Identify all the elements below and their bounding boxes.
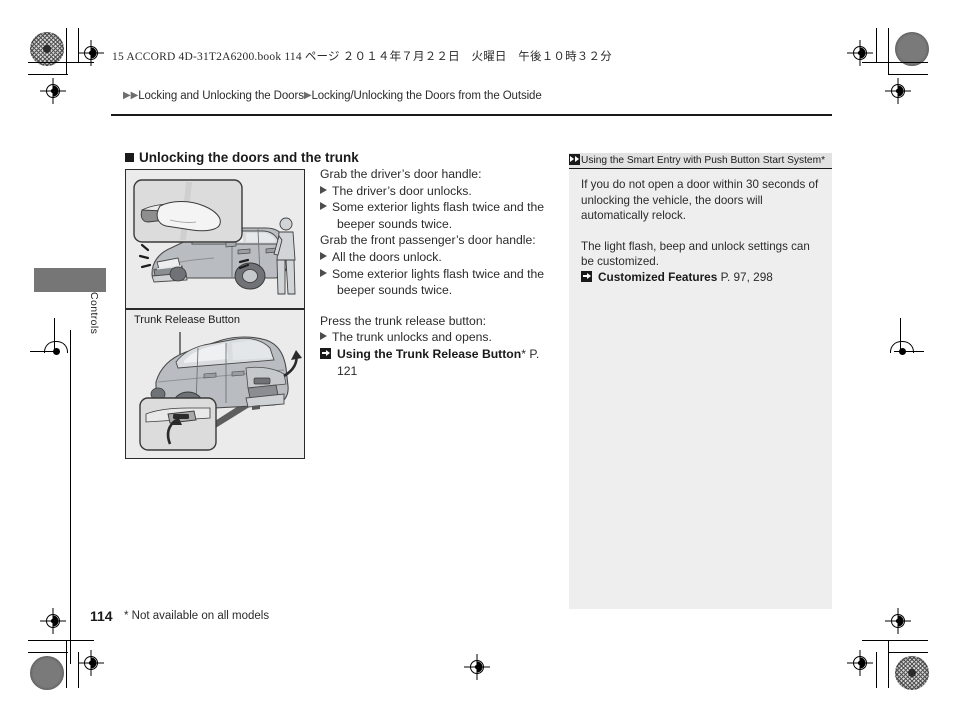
instruction-item: The trunk unlocks and opens.: [320, 329, 560, 346]
section-heading-text: Unlocking the doors and the trunk: [139, 150, 359, 165]
figure-trunk-release: Trunk Release Button: [125, 309, 305, 459]
side-note-paragraph: If you do not open a door within 30 seco…: [581, 178, 819, 222]
figure-unlocking-doors: [125, 169, 305, 309]
triangle-bullet-icon: [320, 332, 327, 341]
instruction-item: Some exterior lights flash twice and the…: [320, 199, 560, 232]
illustration-trunk-release-button: [126, 310, 304, 458]
cross-reference-title: Using the Trunk Release Button: [337, 346, 522, 361]
instruction-item: All the doors unlock.: [320, 249, 560, 266]
page-reference-icon: [581, 270, 592, 282]
cross-reference-title: Customized Features: [598, 269, 718, 284]
instruction-lead: Grab the front passenger’s door handle:: [320, 233, 536, 248]
breadcrumb-level-2[interactable]: Locking/Unlocking the Doors from the Out…: [311, 90, 541, 102]
triangle-bullet-icon: [320, 185, 327, 194]
instruction-column: Grab the driver’s door handle: The drive…: [320, 166, 560, 379]
side-note-title: Using the Smart Entry with Push Button S…: [581, 155, 822, 166]
cross-reference-trunk-release[interactable]: Using the Trunk Release Button* P. 121: [320, 346, 560, 379]
spine-rule: [70, 330, 71, 664]
page-number: 114: [90, 608, 113, 624]
instruction-item: Some exterior lights flash twice and the…: [320, 266, 560, 299]
illustration-door-handle-grab: [126, 170, 304, 308]
page-reference-icon: [320, 347, 331, 359]
side-note-panel: Using the Smart Entry with Push Button S…: [569, 153, 832, 609]
instruction-lead: Grab the driver’s door handle:: [320, 167, 482, 181]
header-divider-rule: [111, 114, 832, 116]
instruction-item: The driver’s door unlocks.: [320, 183, 560, 200]
side-note-spacer: [581, 224, 822, 239]
book-file-header: 15 ACCORD 4D-31T2A6200.book 114 ページ ２０１４…: [112, 51, 612, 63]
double-chevron-icon: [569, 154, 580, 165]
instruction-item-text: The driver’s door unlocks.: [332, 183, 472, 198]
footnote-text: * Not available on all models: [124, 610, 270, 622]
figure-trunk-caption: Trunk Release Button: [134, 314, 240, 326]
instruction-block-trunk: Press the trunk release button: The trun…: [320, 313, 560, 379]
breadcrumb: ▶▶Locking and Unlocking the Doors▶Lockin…: [123, 90, 542, 102]
instruction-item-text: The trunk unlocks and opens.: [332, 330, 492, 345]
triangle-bullet-icon: [320, 251, 327, 260]
footnote-asterisk: *: [821, 155, 826, 166]
side-note-header: Using the Smart Entry with Push Button S…: [569, 153, 832, 169]
instruction-lead: Press the trunk release button:: [320, 313, 486, 328]
triangle-bullet-icon: [320, 268, 327, 277]
chapter-tab-label: Controls: [88, 292, 100, 335]
triangle-bullet-icon: [320, 202, 327, 211]
cross-reference-customized-features[interactable]: Customized Features P. 97, 298: [581, 270, 822, 286]
side-note-paragraph: The light flash, beep and unlock setting…: [581, 239, 810, 269]
breadcrumb-arrow-icon: ▶: [123, 90, 131, 101]
breadcrumb-level-1[interactable]: Locking and Unlocking the Doors: [138, 90, 304, 102]
side-note-body: If you do not open a door within 30 seco…: [569, 169, 832, 285]
footnote-asterisk: *: [521, 346, 526, 361]
manual-page: 15 ACCORD 4D-31T2A6200.book 114 ページ ２０１４…: [0, 0, 954, 718]
instruction-block-driver-door: Grab the driver’s door handle: The drive…: [320, 166, 560, 232]
instruction-spacer: [320, 299, 560, 313]
instruction-item-text: Some exterior lights flash twice and the…: [332, 266, 545, 298]
square-bullet-icon: [125, 153, 134, 162]
instruction-item-text: Some exterior lights flash twice and the…: [332, 200, 545, 231]
chapter-tab-marker: [34, 268, 106, 292]
instruction-block-passenger-door: Grab the front passenger’s door handle: …: [320, 232, 560, 298]
page-title: Unlocking the doors and the trunk: [125, 150, 359, 165]
instruction-item-text: All the doors unlock.: [332, 249, 442, 264]
cross-reference-page: P. 97, 298: [720, 269, 773, 284]
